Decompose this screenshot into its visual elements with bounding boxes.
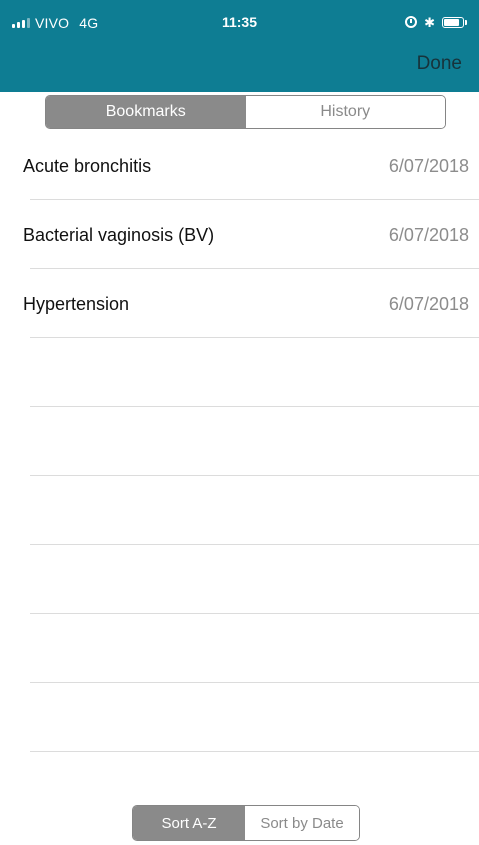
battery-icon (442, 16, 467, 28)
list-item[interactable]: Acute bronchitis 6/07/2018 (0, 131, 479, 200)
empty-row (0, 407, 479, 476)
alarm-icon (405, 16, 418, 28)
empty-row (0, 338, 479, 407)
sort-az-button[interactable]: Sort A-Z (133, 806, 245, 840)
bluetooth-icon: ✱ (424, 14, 435, 30)
empty-row (0, 476, 479, 545)
sort-by-date-button[interactable]: Sort by Date (245, 806, 359, 840)
tab-history[interactable]: History (245, 96, 445, 128)
empty-row (0, 545, 479, 614)
item-title: Bacterial vaginosis (BV) (23, 225, 215, 245)
list-item[interactable]: Hypertension 6/07/2018 (0, 269, 479, 338)
sort-segmented-control: Sort A-Z Sort by Date (132, 805, 360, 841)
item-date: 6/07/2018 (388, 294, 469, 314)
bookmark-list: Acute bronchitis 6/07/2018 Bacterial vag… (0, 131, 479, 752)
header: VIVO 4G 11:35 ✱ Done (0, 0, 479, 92)
navigation-bar: Done (0, 40, 479, 92)
list-item[interactable]: Bacterial vaginosis (BV) 6/07/2018 (0, 200, 479, 269)
tab-segmented-control: Bookmarks History (45, 95, 446, 129)
bookmarks-screen: VIVO 4G 11:35 ✱ Done Bookmarks History A… (0, 0, 479, 845)
empty-row (0, 683, 479, 752)
status-right: ✱ (405, 14, 467, 30)
done-button[interactable]: Done (417, 53, 462, 75)
item-title: Acute bronchitis (23, 156, 152, 176)
item-date: 6/07/2018 (388, 225, 469, 245)
status-bar: VIVO 4G 11:35 ✱ (0, 0, 479, 40)
empty-row (0, 614, 479, 683)
item-title: Hypertension (23, 294, 130, 314)
item-date: 6/07/2018 (388, 156, 469, 176)
tab-bookmarks[interactable]: Bookmarks (46, 96, 246, 128)
